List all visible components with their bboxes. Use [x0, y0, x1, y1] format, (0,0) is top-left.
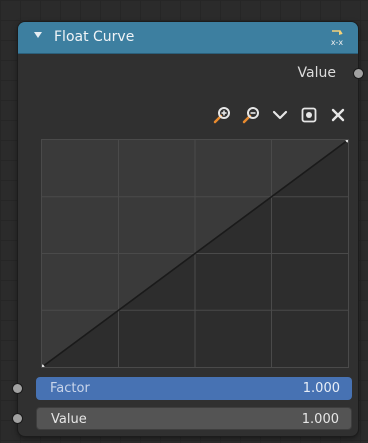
value-label: Value [51, 412, 87, 427]
chevron-down-icon[interactable] [270, 105, 290, 125]
node-header[interactable]: Float Curve x-x [18, 22, 358, 54]
curve-toolbar [212, 105, 348, 125]
zoom-out-icon[interactable] [241, 105, 261, 125]
output-value-socket[interactable] [354, 69, 363, 78]
clipping-icon[interactable] [299, 105, 319, 125]
factor-label: Factor [50, 381, 90, 396]
value-field[interactable]: Value 1.000 [36, 407, 352, 430]
close-icon[interactable] [328, 105, 348, 125]
curve-editor[interactable] [41, 139, 349, 368]
value-input-socket[interactable] [13, 414, 22, 423]
factor-value: 1.000 [302, 381, 340, 396]
value-number: 1.000 [301, 412, 339, 427]
factor-slider[interactable]: Factor 1.000 [36, 377, 352, 400]
output-value-label: Value [297, 65, 336, 81]
factor-input-socket[interactable] [13, 384, 22, 393]
node-group-icon[interactable]: x-x [326, 27, 348, 49]
float-curve-node[interactable]: Float Curve x-x Value Factor 1.000 Value… [13, 22, 363, 436]
svg-text:x-x: x-x [331, 38, 344, 47]
collapse-arrow-icon[interactable] [34, 32, 42, 38]
zoom-in-icon[interactable] [212, 105, 232, 125]
node-title: Float Curve [54, 29, 135, 45]
